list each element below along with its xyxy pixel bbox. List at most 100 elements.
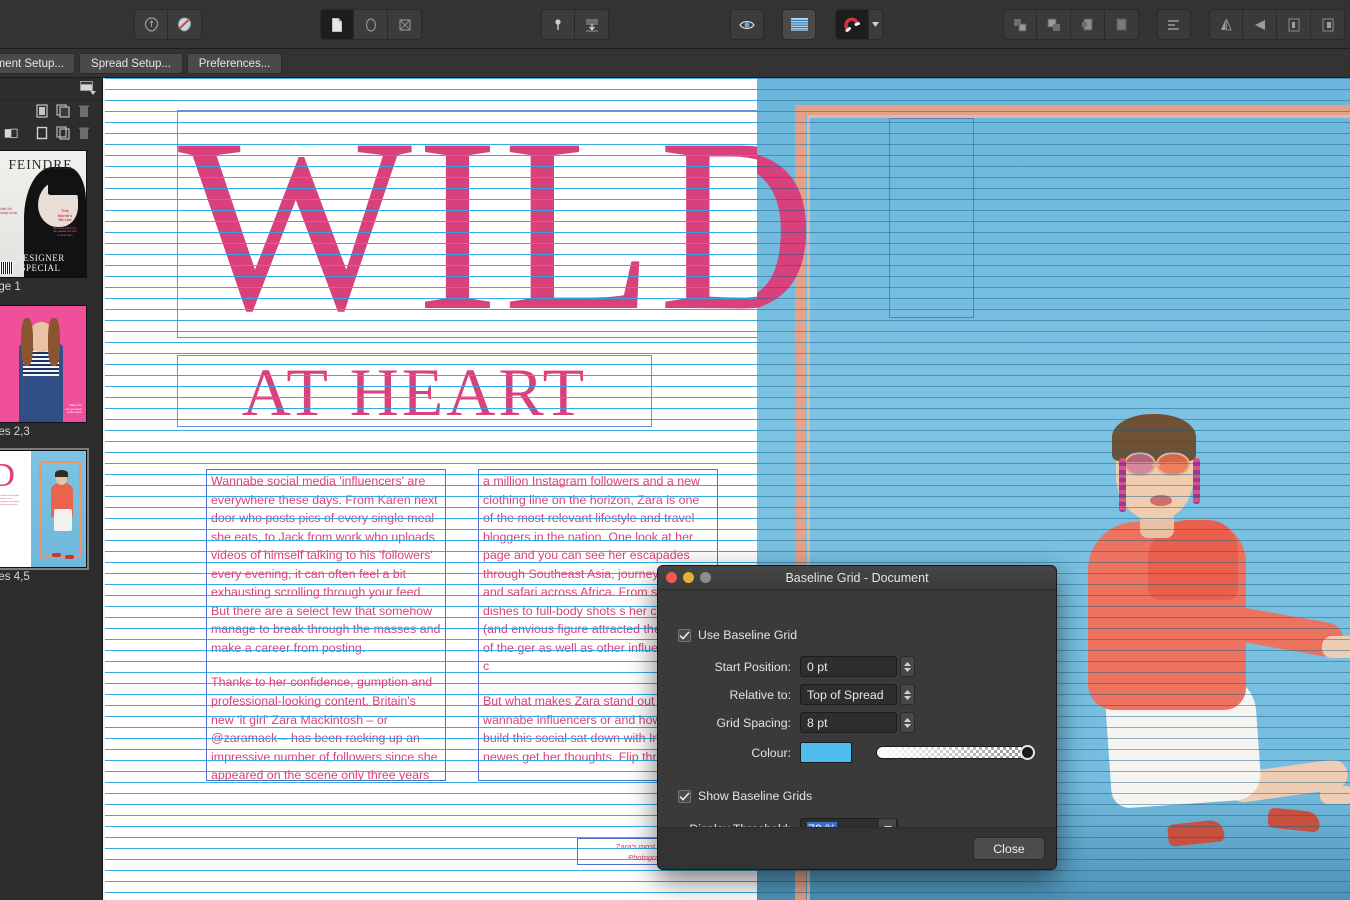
toolbar-group-view-tools — [320, 9, 422, 40]
flip-vertical-button[interactable] — [1243, 9, 1277, 40]
move-backward-button[interactable] — [1071, 9, 1105, 40]
copy-spread-button[interactable] — [54, 125, 71, 142]
minimize-window-button[interactable] — [683, 572, 694, 583]
preferences-button[interactable]: Preferences... — [187, 53, 282, 74]
move-to-front-button[interactable] — [1003, 9, 1037, 40]
colour-opacity-slider[interactable] — [876, 745, 1035, 760]
delete-page-button[interactable] — [75, 103, 92, 120]
front-icon — [1014, 18, 1027, 31]
forward-icon — [1047, 18, 1060, 31]
colour-row: Colour: — [666, 742, 1035, 763]
rotate-right-button[interactable] — [1311, 9, 1345, 40]
baseline-grid-icon — [790, 18, 808, 31]
page-thumbnail-1-label: age 1 — [0, 281, 21, 293]
stepper-down-icon — [904, 723, 911, 728]
delete-spread-button[interactable] — [75, 125, 92, 142]
cover-masthead: FEINDRE — [8, 157, 73, 172]
crossed-box-icon — [398, 18, 411, 31]
relative-to-row: Relative to: Top of Spread — [666, 684, 915, 705]
panel-menu-button[interactable] — [80, 81, 96, 100]
body-column-1-para-1: Wannabe social media 'influencers' are e… — [211, 474, 441, 655]
master-page-button[interactable] — [4, 125, 21, 142]
show-baseline-grids-label: Show Baseline Grids — [698, 789, 813, 803]
dialog-body: Use Baseline Grid Start Position: 0 pt R… — [658, 590, 1056, 869]
relative-to-popup[interactable]: Top of Spread — [800, 684, 897, 705]
zoom-window-button[interactable] — [700, 572, 711, 583]
snapping-candidates-button[interactable] — [730, 9, 764, 40]
page-thumbnail-2[interactable]: Talking 'bout your generation studio seaso… — [0, 305, 96, 444]
page-thumbnail-3[interactable]: ID Wannabe social media influencers are … — [0, 448, 96, 589]
node-tool-button[interactable] — [134, 9, 168, 40]
relative-to-stepper[interactable] — [900, 684, 915, 705]
corner-tool-button[interactable] — [168, 9, 202, 40]
anchor-icon — [585, 19, 598, 31]
toolbar-group-snapping — [730, 9, 764, 40]
add-page-icon — [35, 104, 48, 118]
dialog-footer: Close — [658, 827, 1056, 869]
close-window-button[interactable] — [666, 572, 677, 583]
show-baseline-grids-checkbox[interactable] — [678, 789, 691, 803]
page-thumbnail-3-label: ges 4,5 — [0, 571, 30, 583]
document-setup-button[interactable]: ment Setup... — [0, 53, 75, 74]
dialog-titlebar[interactable]: Baseline Grid - Document — [658, 566, 1056, 590]
baseline-grid-toggle-button[interactable] — [782, 9, 816, 40]
use-baseline-grid-row[interactable]: Use Baseline Grid — [678, 628, 797, 642]
grid-spacing-input[interactable]: 8 pt — [800, 712, 897, 733]
context-toolbar: ment Setup... Spread Setup... Preference… — [0, 49, 1350, 78]
start-position-stepper[interactable] — [900, 656, 915, 677]
flip-horizontal-icon — [1221, 18, 1232, 30]
use-baseline-grid-label: Use Baseline Grid — [698, 628, 798, 642]
selection-bounding-box[interactable] — [889, 118, 974, 318]
use-baseline-grid-checkbox[interactable] — [678, 628, 691, 642]
flip-horizontal-button[interactable] — [1209, 9, 1243, 40]
move-to-back-button[interactable] — [1105, 9, 1139, 40]
alignment-button[interactable] — [1157, 9, 1191, 40]
node-shape-icon — [144, 17, 158, 32]
rotate-left-button[interactable] — [1277, 9, 1311, 40]
grid-spacing-stepper[interactable] — [900, 712, 915, 733]
show-baseline-grids-row[interactable]: Show Baseline Grids — [678, 789, 812, 803]
toolbar-group-node-tools — [134, 9, 202, 40]
pin-tool-button[interactable] — [541, 9, 575, 40]
show-placeholder-button[interactable] — [388, 9, 422, 40]
start-position-row: Start Position: 0 pt — [666, 656, 915, 677]
spread-setup-button[interactable]: Spread Setup... — [79, 53, 183, 74]
snapping-options-dropdown[interactable] — [869, 9, 883, 40]
colour-swatch[interactable] — [800, 742, 852, 763]
pin-icon — [555, 18, 561, 30]
new-page-button[interactable] — [33, 125, 50, 142]
baseline-grid-dialog[interactable]: Baseline Grid - Document Use Baseline Gr… — [657, 565, 1057, 870]
application-window: ment Setup... Spread Setup... Preference… — [0, 0, 1350, 900]
show-page-edges-button[interactable] — [320, 9, 354, 40]
page-thumbnail-1[interactable]: FEINDRE Bridal SetBeauty Guide ThisMonth… — [0, 150, 96, 299]
toolbar-group-pin-tools — [541, 9, 609, 40]
page-thumbnail-2-label: ges 2,3 — [0, 426, 30, 438]
stepper-up-icon — [904, 689, 911, 694]
window-controls — [666, 572, 711, 583]
move-forward-button[interactable] — [1037, 9, 1071, 40]
panel-menu-icon — [80, 81, 96, 95]
show-ellipse-guide-button[interactable] — [354, 9, 388, 40]
colour-label: Colour: — [751, 745, 791, 760]
toolbar-group-align — [1157, 9, 1191, 40]
add-page-button[interactable] — [33, 103, 50, 120]
master-page-icon — [4, 128, 18, 139]
subheadline-text-frame[interactable]: AT HEART — [177, 355, 652, 428]
start-position-input[interactable]: 0 pt — [800, 656, 897, 677]
rotate-right-icon — [1322, 18, 1333, 31]
duplicate-page-button[interactable] — [54, 103, 71, 120]
grid-spacing-label: Grid Spacing: — [716, 715, 791, 730]
pages-panel: FEINDRE Bridal SetBeauty Guide ThisMonth… — [0, 78, 103, 900]
circle-icon — [365, 17, 376, 32]
anchor-tool-button[interactable] — [575, 9, 609, 40]
colour-opacity-knob[interactable] — [1020, 745, 1035, 760]
toolbar-group-transform — [1209, 9, 1345, 40]
headline-overflow-letter: D — [757, 105, 820, 353]
start-position-label: Start Position: — [714, 659, 791, 674]
body-column-1[interactable]: Wannabe social media 'influencers' are e… — [206, 469, 446, 781]
backward-icon — [1081, 18, 1092, 30]
checkmark-icon — [679, 791, 690, 801]
close-button[interactable]: Close — [973, 837, 1045, 860]
copy-spread-icon — [55, 126, 70, 140]
snapping-magnet-button[interactable] — [835, 9, 869, 40]
